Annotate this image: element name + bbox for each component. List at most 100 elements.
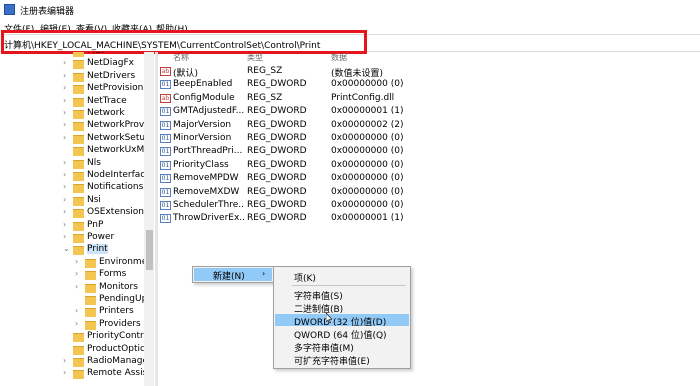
value-data: 0x00000001 (1) bbox=[331, 213, 404, 224]
binary-value-icon: 01 bbox=[160, 147, 171, 157]
submenu-item[interactable]: 字符串值(S) bbox=[275, 288, 409, 302]
folder-icon bbox=[73, 196, 84, 206]
binary-value-icon: 01 bbox=[160, 201, 171, 210]
submenu-item[interactable]: 项(K) bbox=[275, 270, 409, 284]
value-row[interactable]: 01 GMTAdjustedF... REG_DWORD 0x00000001 (1) bbox=[158, 105, 698, 118]
chevron-right-icon[interactable]: › bbox=[63, 170, 66, 179]
chevron-right-icon[interactable]: › bbox=[63, 368, 66, 377]
chevron-right-icon[interactable]: › bbox=[63, 83, 66, 92]
submenu-item[interactable]: 可扩充字符串值(E) bbox=[275, 353, 409, 367]
value-name: RemoveMPDW bbox=[173, 173, 239, 184]
chevron-right-icon[interactable]: › bbox=[63, 182, 66, 191]
tree-item-label: Remote Assis bbox=[87, 368, 148, 379]
string-value-icon: ab bbox=[160, 67, 171, 76]
chevron-right-icon[interactable]: › bbox=[75, 282, 78, 291]
title-bar: 注册表编辑器 bbox=[0, 0, 700, 20]
chevron-right-icon[interactable]: › bbox=[75, 257, 78, 266]
value-row[interactable]: 01 MajorVersion REG_DWORD 0x00000002 (2) bbox=[158, 119, 698, 132]
tree-item-label: PriorityContro bbox=[87, 331, 150, 342]
chevron-right-icon[interactable]: › bbox=[63, 108, 66, 117]
chevron-down-icon[interactable]: ⌄ bbox=[63, 244, 70, 253]
tree-item-label: PendingUp bbox=[99, 294, 148, 304]
column-header-data[interactable]: 数据 bbox=[331, 52, 347, 61]
value-name: ConfigModule bbox=[173, 92, 235, 103]
value-name: GMTAdjustedF... bbox=[173, 106, 245, 117]
chevron-right-icon[interactable]: › bbox=[63, 232, 66, 241]
chevron-right-icon[interactable]: › bbox=[63, 158, 66, 167]
value-name: ThrowDriverEx... bbox=[173, 213, 245, 224]
chevron-right-icon[interactable]: › bbox=[63, 133, 66, 142]
value-data: 0x00000000 (0) bbox=[331, 159, 404, 170]
chevron-right-icon[interactable]: › bbox=[75, 319, 78, 328]
regedit-app-icon bbox=[4, 4, 15, 15]
binary-value-icon: 01 bbox=[160, 214, 171, 224]
value-row[interactable]: 01 ThrowDriverEx... REG_DWORD 0x00000001 (1… bbox=[158, 212, 698, 225]
address-highlight-box bbox=[1, 30, 367, 54]
menu-item-new[interactable]: 新建(N) › bbox=[194, 268, 272, 282]
folder-icon bbox=[73, 172, 84, 181]
value-row[interactable]: 01 RemoveMXDW REG_DWORD 0x00000000 (0) bbox=[158, 186, 698, 199]
submenu-item[interactable]: DWORD (32 位)值(D) bbox=[275, 314, 409, 328]
submenu-item[interactable]: QWORD (64 位)值(Q) bbox=[275, 327, 409, 341]
tree-item-label: NetworkUxM bbox=[87, 145, 145, 156]
tree-item-label: NetTrace bbox=[87, 95, 127, 106]
chevron-right-icon[interactable]: › bbox=[63, 356, 66, 365]
value-row[interactable]: 01 BeepEnabled REG_DWORD 0x00000000 (0) bbox=[158, 78, 698, 91]
value-data: PrintConfig.dll bbox=[331, 92, 395, 103]
tree-item-label: NodeInterfac bbox=[87, 170, 146, 180]
chevron-right-icon[interactable]: › bbox=[63, 52, 66, 55]
value-data: 0x00000002 (2) bbox=[331, 119, 404, 130]
chevron-right-icon[interactable]: › bbox=[75, 306, 78, 315]
tree-scrollbar-thumb[interactable] bbox=[146, 230, 153, 270]
tree-item-label: ProductOptic bbox=[87, 343, 145, 354]
chevron-right-icon[interactable]: › bbox=[63, 207, 66, 216]
chevron-right-icon[interactable]: › bbox=[63, 71, 66, 80]
tree-item-label: PnP bbox=[87, 219, 104, 230]
value-row[interactable]: 01 RemoveMPDW REG_DWORD 0x00000000 (0) bbox=[158, 172, 698, 185]
chevron-right-icon[interactable]: › bbox=[63, 195, 66, 204]
column-header-name[interactable]: 名称 bbox=[173, 52, 189, 61]
submenu-item-label: 可扩充字符串值(E) bbox=[294, 357, 370, 367]
folder-icon bbox=[85, 308, 96, 318]
binary-value-icon: 01 bbox=[160, 80, 171, 90]
folder-icon bbox=[73, 60, 84, 70]
value-data: 0x00000000 (0) bbox=[331, 173, 404, 184]
submenu-item[interactable]: 二进制值(B) bbox=[275, 301, 409, 315]
binary-value-icon: 01 bbox=[160, 107, 171, 117]
chevron-right-icon[interactable]: › bbox=[63, 120, 66, 129]
window-title: 注册表编辑器 bbox=[20, 7, 75, 17]
folder-icon bbox=[73, 234, 84, 243]
chevron-right-icon[interactable]: › bbox=[63, 96, 66, 105]
folder-icon bbox=[85, 258, 96, 268]
tree-item-label: MUI bbox=[87, 52, 104, 56]
folder-icon bbox=[73, 147, 84, 157]
column-header-type[interactable]: 类型 bbox=[247, 52, 263, 61]
value-data: 0x00000000 (0) bbox=[331, 79, 404, 90]
value-name: SchedulerThre... bbox=[173, 200, 245, 210]
values-pane: 名称 类型 数据 ab (默认) REG_SZ (数值未设置) 01 BeepEnable… bbox=[158, 52, 700, 386]
tree-item-label: NetworkSetu bbox=[87, 132, 146, 143]
value-row[interactable]: ab ConfigModule REG_SZ PrintConfig.dll bbox=[158, 92, 698, 105]
value-data: (数值未设置) bbox=[331, 69, 384, 79]
value-type: REG_DWORD bbox=[247, 146, 307, 157]
value-name: MinorVersion bbox=[173, 133, 232, 143]
value-type: REG_DWORD bbox=[247, 119, 307, 130]
tree-item-label: Printers bbox=[99, 306, 134, 317]
submenu-item[interactable]: 多字符串值(M) bbox=[275, 340, 409, 354]
folder-icon bbox=[73, 110, 84, 119]
chevron-right-icon[interactable]: › bbox=[75, 269, 78, 278]
value-row[interactable]: 01 SchedulerThre... REG_DWORD 0x00000000 (0… bbox=[158, 199, 698, 212]
chevron-right-icon[interactable]: › bbox=[63, 58, 66, 67]
binary-value-icon: 01 bbox=[160, 187, 171, 197]
tree-item-label: NetworkProv bbox=[87, 120, 145, 131]
value-row[interactable]: 01 MinorVersion REG_DWORD 0x00000000 (0) bbox=[158, 132, 698, 145]
value-row[interactable]: 01 PortThreadPri... REG_DWORD 0x00000000 (0… bbox=[158, 145, 698, 158]
value-row[interactable]: 01 PriorityClass REG_DWORD 0x00000000 (0) bbox=[158, 159, 698, 172]
tree-item-label: NetDiagFx bbox=[87, 58, 134, 69]
chevron-right-icon[interactable]: › bbox=[63, 220, 66, 229]
value-row[interactable]: ab (默认) REG_SZ (数值未设置) bbox=[158, 65, 698, 79]
value-name: MajorVersion bbox=[173, 119, 232, 130]
tree-scrollbar[interactable] bbox=[144, 52, 154, 386]
value-name: PriorityClass bbox=[173, 159, 229, 170]
tree-item-label: Notifications bbox=[87, 182, 144, 193]
